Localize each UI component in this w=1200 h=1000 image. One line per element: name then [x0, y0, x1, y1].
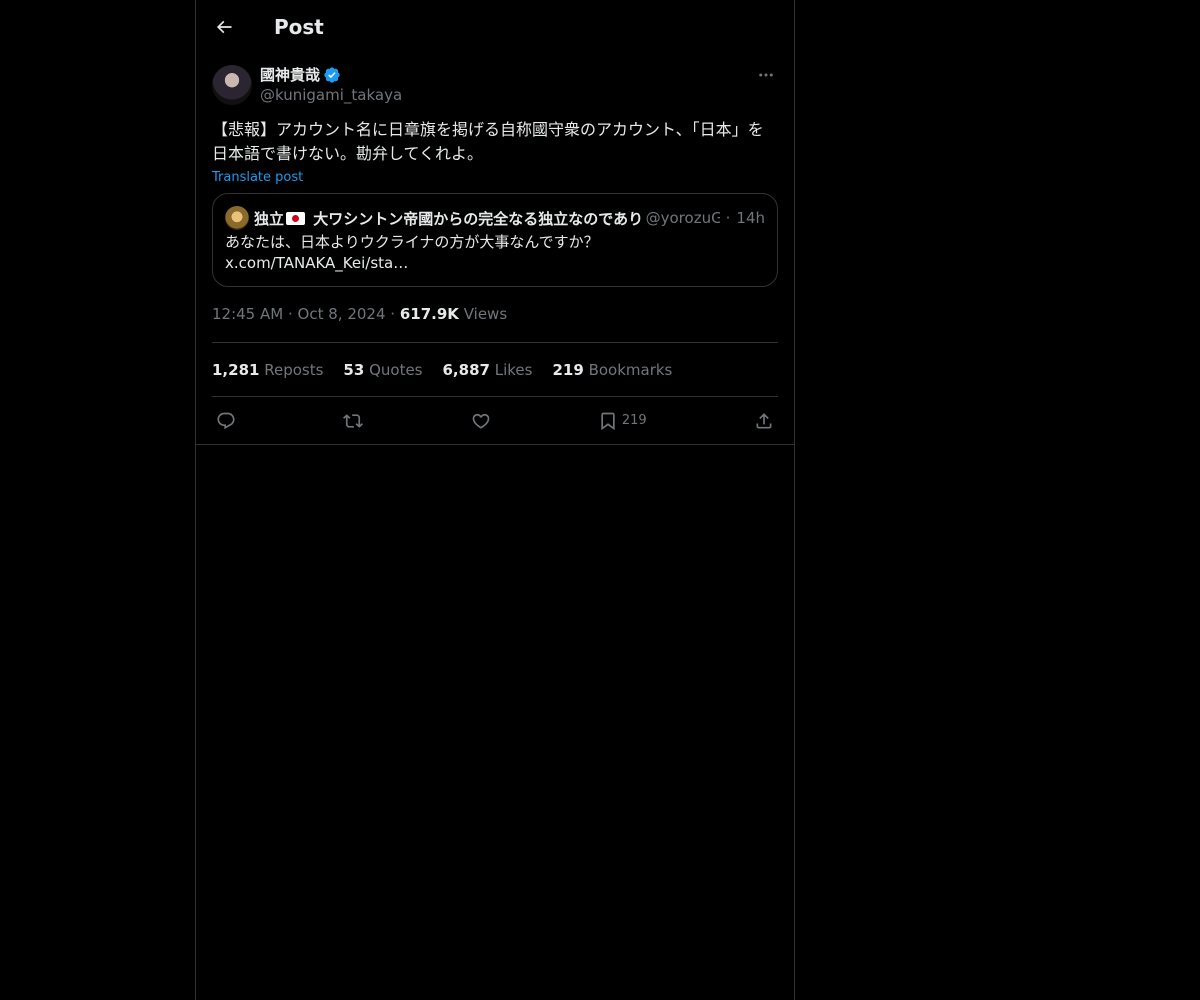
reply-button[interactable] [216, 411, 236, 431]
page-header: Post [196, 0, 794, 54]
quote-display-name: 独立 大ワシントン帝國からの完全なる独立なのであります [254, 208, 644, 229]
share-icon [756, 412, 772, 428]
reply-icon [217, 412, 235, 429]
repost-icon [343, 413, 364, 428]
translate-post-link[interactable]: Translate post [212, 170, 303, 185]
quote-avatar [225, 206, 249, 230]
more-dots-icon [759, 73, 773, 77]
quote-separator: · [725, 209, 731, 227]
stat-quotes[interactable]: 53 Quotes [343, 361, 422, 379]
quote-handle: @yorozuGa [645, 209, 720, 227]
views-label: Views [463, 305, 508, 323]
quote-name-suffix: 大ワシントン帝國からの完全なる独立なのであります [308, 209, 644, 228]
heart-icon [472, 413, 489, 429]
divider [196, 444, 794, 445]
share-button[interactable] [754, 411, 774, 431]
post-time[interactable]: 12:45 AM [212, 305, 283, 323]
meta-separator: · [287, 305, 293, 323]
stat-label: Quotes [369, 360, 423, 379]
bookmark-button[interactable]: 219 [598, 411, 647, 431]
repost-button[interactable] [343, 411, 364, 431]
author-handle[interactable]: @kunigami_takaya [260, 85, 402, 105]
quoted-post[interactable]: 独立 大ワシントン帝國からの完全なる独立なのであります @yorozuGa · … [212, 193, 778, 287]
stat-bookmarks[interactable]: 219 Bookmarks [552, 361, 672, 379]
japan-flag-icon [286, 211, 306, 225]
post-stats: 1,281 Reposts 53 Quotes 6,887 Likes 219 … [212, 343, 778, 396]
stat-label: Likes [494, 360, 533, 379]
post-date[interactable]: Oct 8, 2024 [298, 305, 386, 323]
primary-column: Post 國神貴哉 @kunigami_takaya 【悲報】アカウント名に日章… [195, 0, 795, 1000]
quote-time: 14h [736, 209, 765, 227]
page-title: Post [274, 15, 324, 39]
more-options-button[interactable] [754, 65, 778, 85]
quote-text: あなたは、日本よりウクライナの方が大事なんですか？ x.com/TANAKA_K… [225, 233, 599, 272]
stat-likes[interactable]: 6,887 Likes [443, 361, 533, 379]
post-meta: 12:45 AM · Oct 8, 2024 · 617.9K Views [212, 305, 778, 325]
avatar[interactable] [212, 65, 252, 105]
back-button[interactable] [212, 15, 236, 39]
display-name[interactable]: 國神貴哉 [260, 65, 320, 85]
bookmark-icon [601, 412, 615, 430]
bookmark-count: 219 [621, 413, 647, 428]
author-row: 國神貴哉 @kunigami_takaya [212, 65, 778, 105]
author-info: 國神貴哉 @kunigami_takaya [260, 65, 402, 105]
action-bar: 219 [212, 397, 778, 444]
stat-count: 1,281 [212, 360, 260, 379]
post: 國神貴哉 @kunigami_takaya 【悲報】アカウント名に日章旗を掲げる… [196, 65, 794, 445]
verified-badge-icon [324, 67, 340, 83]
stat-count: 219 [552, 360, 584, 379]
stat-label: Reposts [264, 360, 324, 379]
meta-separator: · [390, 305, 396, 323]
like-button[interactable] [471, 411, 491, 431]
stat-count: 6,887 [442, 360, 490, 379]
quote-header: 独立 大ワシントン帝國からの完全なる独立なのであります @yorozuGa · … [225, 206, 765, 230]
name-row: 國神貴哉 [260, 65, 402, 85]
stat-reposts[interactable]: 1,281 Reposts [212, 361, 323, 379]
arrow-left-icon [216, 20, 232, 34]
stat-label: Bookmarks [588, 360, 673, 379]
views-count: 617.9K [399, 305, 459, 323]
quote-name-prefix: 独立 [254, 209, 285, 228]
post-text: 【悲報】アカウント名に日章旗を掲げる自称國守衆のアカウント、「日本」を日本語で書… [212, 120, 764, 163]
stat-count: 53 [343, 360, 365, 379]
